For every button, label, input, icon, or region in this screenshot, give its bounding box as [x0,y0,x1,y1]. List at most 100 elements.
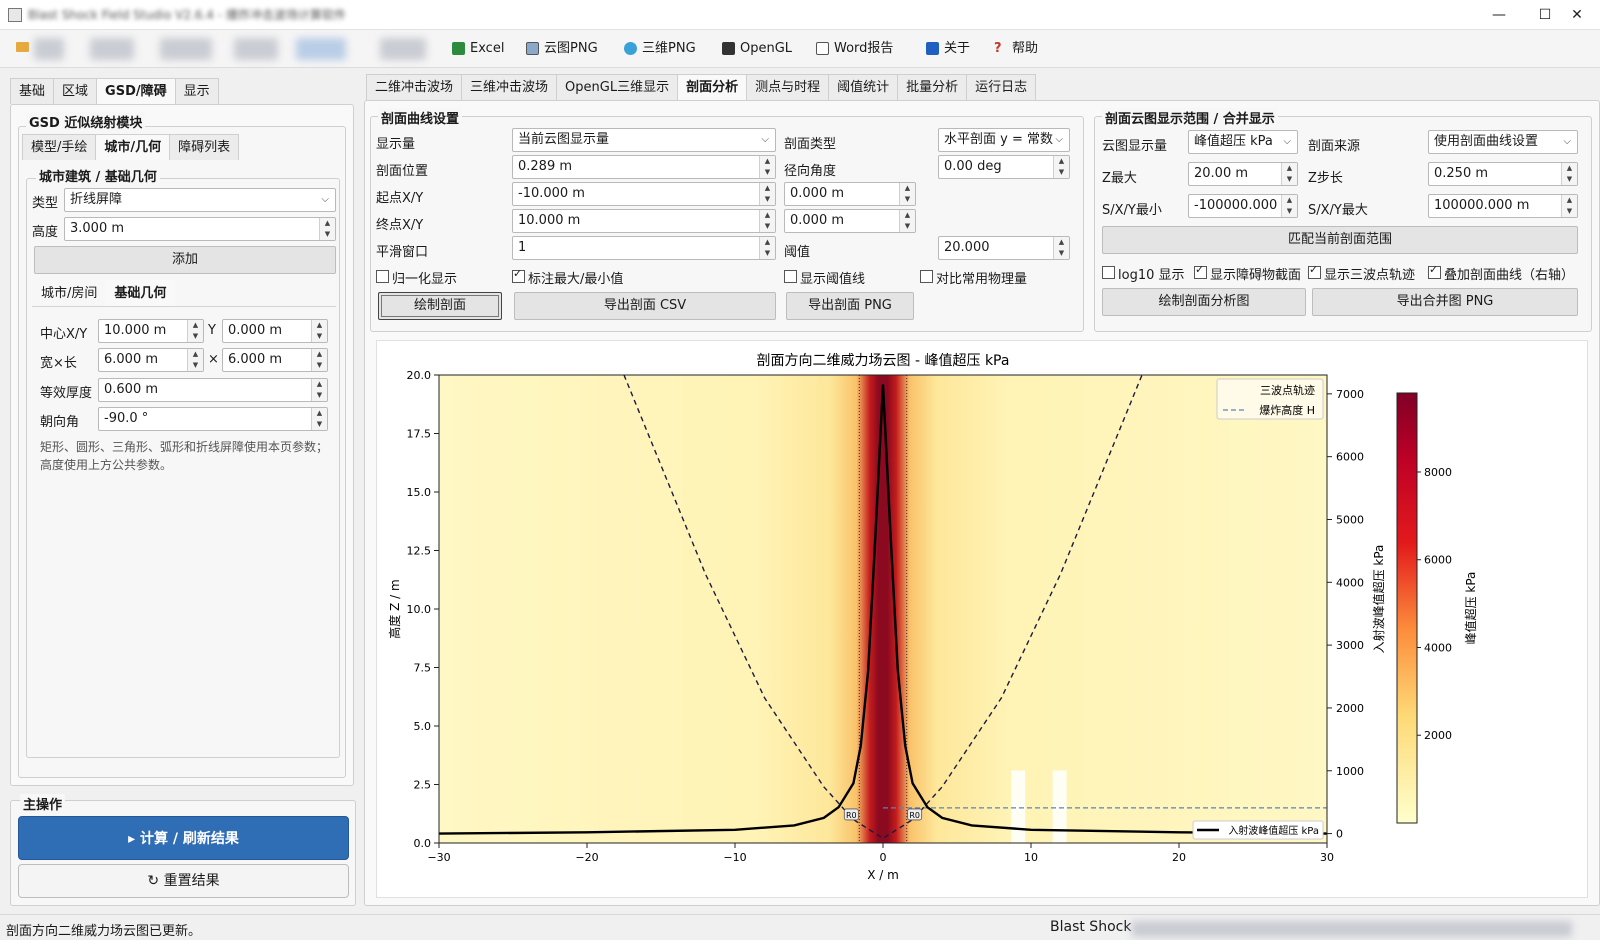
start-x-spinbox[interactable]: -10.000 m ▲ ▼ [512,182,776,206]
blurred-toolbar-item[interactable] [34,38,64,60]
tab-2d-field[interactable]: 二维冲击波场 [366,74,463,100]
normalize-checkbox[interactable]: 归一化显示 [376,268,457,287]
spin-arrows-icon[interactable]: ▲ ▼ [759,210,775,232]
export-merged-png-button[interactable]: 导出合并图 PNG [1312,288,1578,316]
tab-city-room[interactable]: 城市/房间 [32,280,107,306]
tab-basic[interactable]: 基础 [10,78,55,104]
tab-run-log[interactable]: 运行日志 [966,74,1037,100]
threshold-spinbox[interactable]: 20.000 ▲ ▼ [938,236,1070,260]
profile-source-select[interactable]: 使用剖面曲线设置 ⌵ [1428,130,1578,154]
blurred-toolbar-item[interactable] [296,38,346,60]
blurred-toolbar-item[interactable] [160,38,212,60]
tab-batch-analysis[interactable]: 批量分析 [897,74,968,100]
spin-arrows-icon[interactable]: ▲ ▼ [311,379,327,401]
end-y-value: 0.000 m [790,213,845,228]
end-x-spinbox[interactable]: 10.000 m ▲ ▼ [512,209,776,233]
add-button[interactable]: 添加 [34,246,336,274]
compute-button[interactable]: ▸ 计算 / 刷新结果 [18,816,349,860]
tab-city-geometry[interactable]: 城市/几何 [95,134,171,160]
reset-button[interactable]: ↻ 重置结果 [18,864,349,898]
tab-opengl-3d[interactable]: OpenGL三维显示 [556,74,679,100]
radial-angle-spinbox[interactable]: 0.00 deg ▲ ▼ [938,155,1070,179]
excel-button[interactable]: Excel [450,38,504,60]
spin-arrows-icon[interactable]: ▲ ▼ [899,210,915,232]
spin-arrows-icon[interactable]: ▲ ▼ [759,156,775,178]
cloud-png-label: 云图PNG [544,41,598,56]
tab-profile-analysis[interactable]: 剖面分析 [677,74,748,100]
spin-arrows-icon[interactable]: ▲ ▼ [311,320,327,342]
colorbar-tick-label: 4000 [1424,641,1452,654]
tab-3d-field[interactable]: 三维冲击波场 [461,74,558,100]
thickness-spinbox[interactable]: 0.600 m ▲ ▼ [98,378,328,402]
blurred-toolbar-item[interactable] [380,38,426,60]
spin-arrows-icon[interactable]: ▲ ▼ [1561,195,1577,217]
tab-probes-history[interactable]: 测点与时程 [746,74,830,100]
tab-display[interactable]: 显示 [174,78,219,104]
word-report-button[interactable]: Word报告 [814,38,893,60]
obstacle-section-checkbox[interactable]: 显示障碍物截面 [1194,263,1301,283]
spin-arrows-icon[interactable]: ▲ ▼ [1053,237,1069,259]
spin-arrows-icon[interactable]: ▲ ▼ [187,320,203,342]
mark-minmax-checkbox[interactable]: 标注最大/最小值 [512,267,623,287]
blurred-toolbar-item[interactable] [234,38,278,60]
blurred-toolbar-item[interactable] [90,38,134,60]
minimize-button[interactable]: — [1476,0,1522,30]
tab-region[interactable]: 区域 [53,78,98,104]
smax-spinbox[interactable]: 100000.000 m ▲ ▼ [1428,194,1578,218]
colorbar-label: 峰值超压 kPa [1463,572,1478,645]
close-button[interactable]: ✕ [1554,0,1600,30]
three-d-png-button[interactable]: 三维PNG [622,38,696,60]
spin-arrows-icon[interactable]: ▲ ▼ [311,349,327,371]
center-label: 中心X/Y [40,327,88,342]
overlay-curve-checkbox[interactable]: 叠加剖面曲线（右轴） [1428,263,1574,283]
export-profile-csv-button[interactable]: 导出剖面 CSV [514,292,776,320]
center-x-spinbox[interactable]: 10.000 m ▲ ▼ [98,319,204,343]
tab-basic-geometry[interactable]: 基础几何 [105,280,176,306]
width-spinbox[interactable]: 6.000 m ▲ ▼ [98,348,204,372]
type-select[interactable]: 折线屏障 ⌵ [64,188,336,212]
zmax-spinbox[interactable]: 20.00 m ▲ ▼ [1188,162,1298,186]
tab-gsd[interactable]: GSD/障碍 [96,78,176,104]
smooth-window-spinbox[interactable]: 1 ▲ ▼ [512,236,776,260]
height-spinbox[interactable]: 3.000 m ▲ ▼ [64,217,336,241]
triple-point-checkbox[interactable]: 显示三波点轨迹 [1308,263,1415,283]
tab-model-draw[interactable]: 模型/手绘 [22,134,97,160]
spin-arrows-icon[interactable]: ▲ ▼ [311,408,327,430]
folder-icon[interactable] [16,42,29,52]
tab-obstacle-list[interactable]: 障碍列表 [169,134,240,160]
start-y-spinbox[interactable]: 0.000 m ▲ ▼ [784,182,916,206]
spin-arrows-icon[interactable]: ▲ ▼ [1281,195,1297,217]
cloud-png-button[interactable]: 云图PNG [524,38,598,60]
help-button[interactable]: ? 帮助 [992,38,1038,60]
spin-arrows-icon[interactable]: ▲ ▼ [1281,163,1297,185]
spin-arrows-icon[interactable]: ▲ ▼ [899,183,915,205]
smin-label: S/X/Y最小 [1102,203,1162,218]
left-panel: 基础 区域 GSD/障碍 显示 GSD 近似绕射模块 模型/手绘 城市/几何 障… [8,74,356,786]
spin-arrows-icon[interactable]: ▲ ▼ [187,349,203,371]
profile-type-select[interactable]: 水平剖面 y = 常数 ⌵ [938,128,1070,152]
orientation-spinbox[interactable]: -90.0 ° ▲ ▼ [98,407,328,431]
about-button[interactable]: 关于 [924,38,970,60]
smin-spinbox[interactable]: -100000.000 m ▲ ▼ [1188,194,1298,218]
opengl-button[interactable]: OpenGL [720,38,792,60]
draw-analysis-button[interactable]: 绘制剖面分析图 [1102,288,1306,316]
threshold-line-checkbox[interactable]: 显示阈值线 [784,268,865,287]
tab-threshold-stats[interactable]: 阈值统计 [828,74,899,100]
length-spinbox[interactable]: 6.000 m ▲ ▼ [222,348,328,372]
spin-arrows-icon[interactable]: ▲ ▼ [1561,163,1577,185]
profile-position-spinbox[interactable]: 0.289 m ▲ ▼ [512,155,776,179]
draw-profile-button[interactable]: 绘制剖面 [378,292,502,320]
spin-arrows-icon[interactable]: ▲ ▼ [319,218,335,240]
center-y-spinbox[interactable]: 0.000 m ▲ ▼ [222,319,328,343]
cloud-quantity-select[interactable]: 峰值超压 kPa ⌵ [1188,130,1298,154]
match-range-button[interactable]: 匹配当前剖面范围 [1102,226,1578,254]
compare-quantities-checkbox[interactable]: 对比常用物理量 [920,268,1027,287]
display-quantity-select[interactable]: 当前云图显示量 ⌵ [512,128,776,152]
zstep-spinbox[interactable]: 0.250 m ▲ ▼ [1428,162,1578,186]
spin-arrows-icon[interactable]: ▲ ▼ [759,183,775,205]
spin-arrows-icon[interactable]: ▲ ▼ [759,237,775,259]
export-profile-png-button[interactable]: 导出剖面 PNG [786,292,914,320]
spin-arrows-icon[interactable]: ▲ ▼ [1053,156,1069,178]
log10-checkbox[interactable]: log10 显示 [1102,264,1185,283]
end-y-spinbox[interactable]: 0.000 m ▲ ▼ [784,209,916,233]
